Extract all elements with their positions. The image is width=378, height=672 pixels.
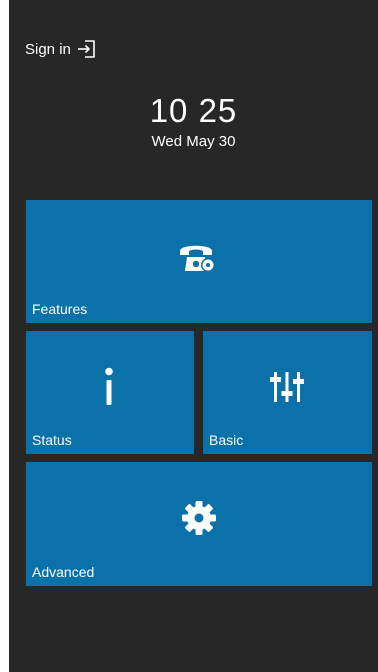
clock-time: 10 25 (149, 92, 238, 129)
gear-icon (182, 501, 216, 535)
tile-features-label: Features (32, 301, 88, 317)
clock: 10 25 Wed May 30 (9, 92, 378, 152)
phone-settings-icon (180, 245, 215, 272)
sign-in-button[interactable]: Sign in (25, 38, 96, 60)
tile-basic[interactable]: Basic (203, 331, 372, 454)
home-screen: Sign in 10 25 Wed May 30 Features Status (9, 0, 378, 672)
tile-basic-label: Basic (209, 432, 244, 448)
tile-status-label: Status (32, 432, 72, 448)
sign-in-icon (77, 40, 95, 58)
sign-in-label: Sign in (25, 40, 71, 58)
tile-advanced[interactable]: Advanced (26, 462, 372, 586)
sliders-icon (270, 372, 304, 402)
info-icon (105, 367, 113, 405)
clock-date: Wed May 30 (151, 133, 236, 150)
tile-advanced-label: Advanced (32, 564, 95, 580)
tile-features[interactable]: Features (26, 200, 372, 323)
tile-status[interactable]: Status (26, 331, 194, 454)
